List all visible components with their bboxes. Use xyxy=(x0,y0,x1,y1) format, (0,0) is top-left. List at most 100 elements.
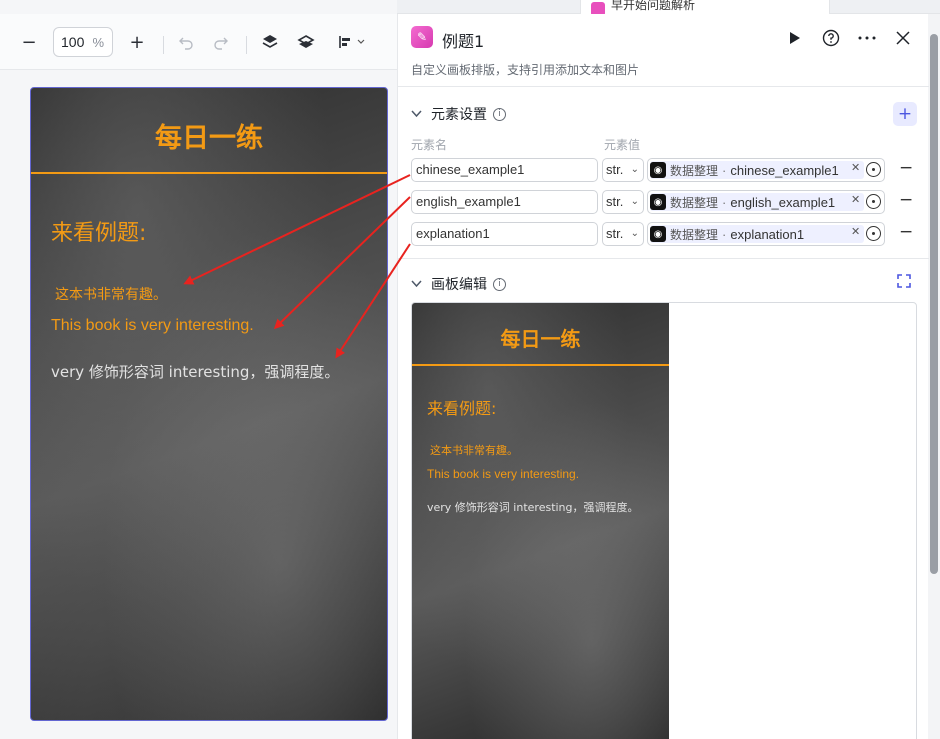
elements-section-header[interactable]: 元素设置 i xyxy=(411,104,506,124)
layer-up-icon xyxy=(262,35,278,48)
preview-english-example: This book is very interesting. xyxy=(427,467,580,481)
section-divider xyxy=(398,258,929,259)
reference-variable: chinese_example1 xyxy=(730,162,839,178)
more-icon xyxy=(858,36,876,40)
element-row: explanation1 str. ⌄ ◉ 数据整理 · explanation1… xyxy=(411,222,921,246)
redo-icon xyxy=(214,37,228,50)
board-explanation[interactable]: very 修饰形容词 interesting，强调程度。 xyxy=(51,361,339,382)
canvas-section-header[interactable]: 画板编辑 i xyxy=(411,274,506,294)
chevron-down-icon: ⌄ xyxy=(630,196,639,207)
element-row: english_example1 str. ⌄ ◉ 数据整理 · english_… xyxy=(411,190,921,214)
undo-icon xyxy=(179,37,193,50)
column-label-name: 元素名 xyxy=(411,138,448,152)
toolbar-divider xyxy=(246,36,247,54)
remove-reference-icon[interactable]: ✕ xyxy=(851,161,860,174)
panel-divider xyxy=(398,86,929,87)
canvas-toolbar: − 100 % + xyxy=(0,14,397,70)
preview-title: 每日一练 xyxy=(500,327,581,351)
info-icon[interactable]: i xyxy=(493,277,506,291)
variable-reference-icon[interactable] xyxy=(866,226,881,241)
node-icon: ◉ xyxy=(650,194,666,210)
preview-chinese-example: 这本书非常有趣。 xyxy=(430,444,518,457)
help-button[interactable] xyxy=(820,27,842,49)
remove-row-button[interactable]: − xyxy=(899,222,913,242)
help-icon xyxy=(822,29,840,47)
align-left-icon xyxy=(339,36,365,48)
zoom-input[interactable]: 100 % xyxy=(53,27,113,57)
add-element-button[interactable]: + xyxy=(893,102,917,126)
zoom-out-button[interactable]: − xyxy=(17,30,41,54)
reference-source: 数据整理 xyxy=(670,195,719,210)
close-button[interactable] xyxy=(892,27,914,49)
remove-reference-icon[interactable]: ✕ xyxy=(851,225,860,238)
zoom-in-button[interactable]: + xyxy=(125,30,149,54)
expand-icon[interactable] xyxy=(897,274,911,288)
config-panel: ✎ 例题1 自定义画板排版，支持引用添加文本和图片 元素设置 i + 元素名 元… xyxy=(397,14,929,739)
type-value: str. xyxy=(606,162,624,177)
zoom-value: 100 xyxy=(61,34,85,50)
edit-board-icon: ✎ xyxy=(411,26,433,48)
zoom-unit: % xyxy=(92,34,104,50)
element-row: chinese_example1 str. ⌄ ◉ 数据整理 · chinese_… xyxy=(411,158,921,182)
tab-label: 早开始问题解析 xyxy=(611,0,696,12)
design-board[interactable]: 每日一练 来看例题: 这本书非常有趣。 This book is very in… xyxy=(30,87,388,721)
canvas-area: − 100 % + 每日一练 来看例题: 这本书非常有趣。 This book … xyxy=(0,0,397,739)
variable-reference-icon[interactable] xyxy=(866,194,881,209)
column-label-value: 元素值 xyxy=(604,138,641,152)
reference-chip[interactable]: ◉ 数据整理 · english_example1 xyxy=(650,193,864,211)
chevron-down-icon: ⌄ xyxy=(630,164,639,175)
element-type-select[interactable]: str. ⌄ xyxy=(602,190,644,214)
element-type-select[interactable]: str. ⌄ xyxy=(602,158,644,182)
toolbar-divider xyxy=(163,36,164,54)
type-value: str. xyxy=(606,226,624,241)
run-button[interactable] xyxy=(784,27,806,49)
remove-row-button[interactable]: − xyxy=(899,158,913,178)
preview-board: 每日一练 来看例题: 这本书非常有趣。 This book is very in… xyxy=(412,303,669,739)
send-to-back-button[interactable] xyxy=(294,30,318,54)
preview-divider-line xyxy=(412,364,669,366)
element-name-input[interactable]: english_example1 xyxy=(411,190,598,214)
info-icon[interactable]: i xyxy=(493,107,506,121)
reference-chip[interactable]: ◉ 数据整理 · explanation1 xyxy=(650,225,864,243)
element-name-input[interactable]: explanation1 xyxy=(411,222,598,246)
element-value-field[interactable]: ◉ 数据整理 · chinese_example1 xyxy=(647,158,885,182)
elements-section-title: 元素设置 xyxy=(431,107,487,123)
node-icon: ◉ xyxy=(650,226,666,242)
chevron-down-icon: ⌄ xyxy=(630,228,639,239)
chevron-down-icon xyxy=(411,278,425,291)
bring-to-front-button[interactable] xyxy=(258,30,282,54)
preview-explanation: very 修饰形容词 interesting，强调程度。 xyxy=(427,501,639,514)
variable-reference-icon[interactable] xyxy=(866,162,881,177)
redo-button[interactable] xyxy=(209,30,233,54)
chevron-down-icon xyxy=(411,108,425,121)
canvas-preview[interactable]: 每日一练 来看例题: 这本书非常有趣。 This book is very in… xyxy=(411,302,917,739)
close-icon xyxy=(896,31,910,45)
align-dropdown[interactable] xyxy=(334,30,370,54)
reference-source: 数据整理 xyxy=(670,163,719,178)
board-english-example[interactable]: This book is very interesting. xyxy=(51,317,254,335)
element-value-field[interactable]: ◉ 数据整理 · explanation1 xyxy=(647,222,885,246)
preview-heading: 来看例题: xyxy=(427,399,497,418)
reference-variable: english_example1 xyxy=(730,194,836,210)
panel-title: 例题1 xyxy=(442,32,485,51)
board-title[interactable]: 每日一练 xyxy=(31,116,387,155)
remove-reference-icon[interactable]: ✕ xyxy=(851,193,860,206)
tab-app-icon xyxy=(591,2,605,14)
remove-row-button[interactable]: − xyxy=(899,190,913,210)
element-type-select[interactable]: str. ⌄ xyxy=(602,222,644,246)
more-button[interactable] xyxy=(856,27,878,49)
element-name-input[interactable]: chinese_example1 xyxy=(411,158,598,182)
board-chinese-example[interactable]: 这本书非常有趣。 xyxy=(55,284,167,304)
top-tab[interactable]: 早开始问题解析 xyxy=(580,0,830,14)
undo-button[interactable] xyxy=(174,30,198,54)
board-divider-line[interactable] xyxy=(31,172,387,174)
canvas-section-title: 画板编辑 xyxy=(431,277,487,293)
reference-chip[interactable]: ◉ 数据整理 · chinese_example1 xyxy=(650,161,864,179)
board-heading[interactable]: 来看例题: xyxy=(51,215,146,247)
reference-source: 数据整理 xyxy=(670,227,719,242)
panel-scrollbar[interactable] xyxy=(930,34,938,574)
element-value-field[interactable]: ◉ 数据整理 · english_example1 xyxy=(647,190,885,214)
type-value: str. xyxy=(606,194,624,209)
reference-variable: explanation1 xyxy=(730,226,805,242)
play-icon xyxy=(790,32,800,44)
